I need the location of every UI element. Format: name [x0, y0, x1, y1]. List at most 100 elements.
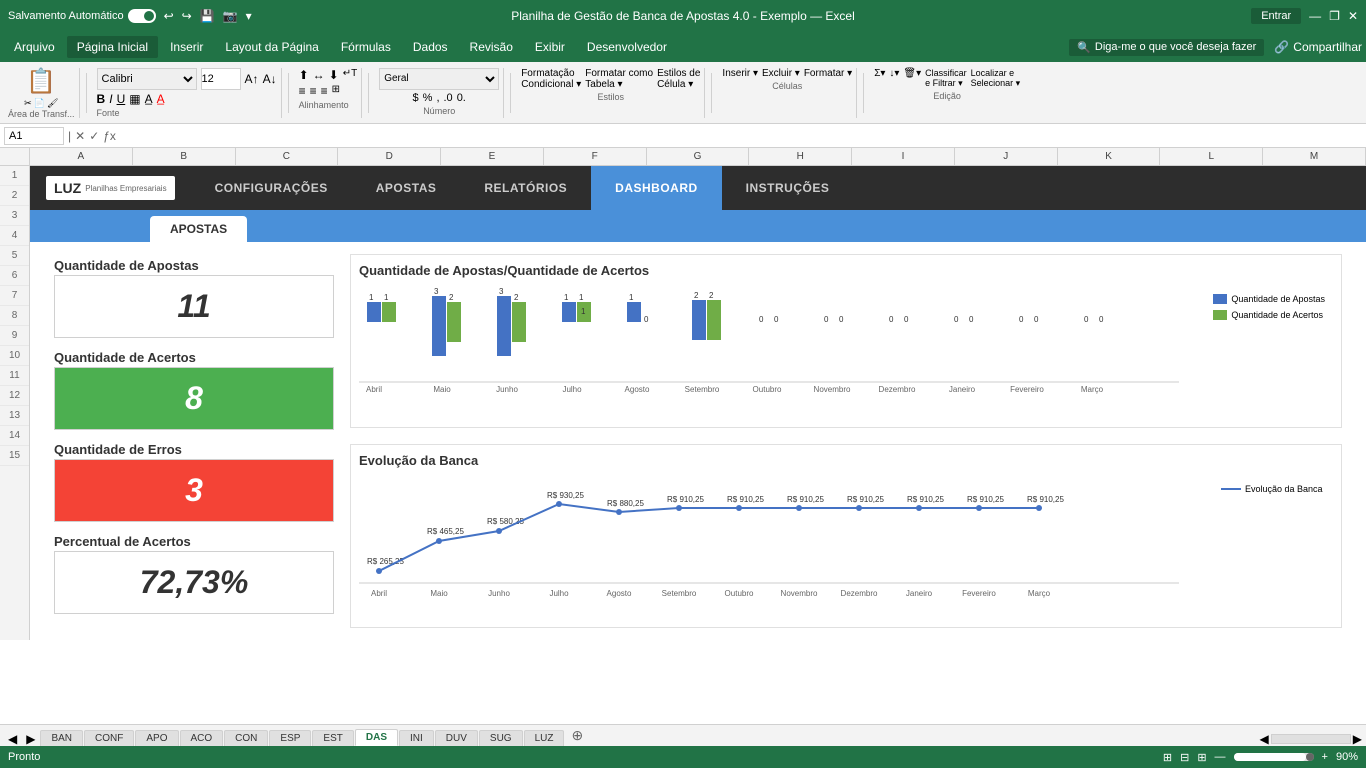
- confirm-formula-icon[interactable]: ✓: [89, 129, 99, 143]
- zoom-slider-thumb[interactable]: [1306, 753, 1314, 761]
- nav-apostas[interactable]: APOSTAS: [352, 166, 461, 210]
- cell-styles-button[interactable]: Estilos deCélula ▾: [657, 68, 700, 90]
- align-left-button[interactable]: ≡: [299, 84, 306, 98]
- menu-revisao[interactable]: Revisão: [460, 36, 523, 58]
- clear-button[interactable]: 🗑▾: [903, 68, 921, 89]
- border-button[interactable]: ▦: [129, 92, 140, 106]
- insert-function-icon[interactable]: ƒx: [103, 129, 116, 143]
- cut-button[interactable]: ✂: [24, 98, 32, 109]
- minimize-icon[interactable]: —: [1309, 9, 1321, 23]
- menu-dados[interactable]: Dados: [403, 36, 458, 58]
- sheet-tab-conf[interactable]: CONF: [84, 730, 134, 746]
- copy-button[interactable]: 📄: [34, 98, 45, 109]
- col-header-c[interactable]: C: [236, 148, 339, 165]
- align-right-button[interactable]: ≡: [321, 84, 328, 98]
- scroll-right-button[interactable]: ▶: [1353, 732, 1362, 746]
- menu-layout[interactable]: Layout da Página: [215, 36, 328, 58]
- share-button[interactable]: 🔗 Compartilhar: [1274, 40, 1362, 54]
- sheet-tab-esp[interactable]: ESP: [269, 730, 311, 746]
- formula-input[interactable]: [120, 129, 1362, 143]
- col-header-d[interactable]: D: [338, 148, 441, 165]
- comma-button[interactable]: ,: [436, 92, 439, 104]
- format-button[interactable]: Formatar ▾: [804, 68, 852, 79]
- percent-button[interactable]: %: [423, 92, 433, 104]
- currency-button[interactable]: $: [413, 92, 419, 104]
- sheet-tab-luz[interactable]: LUZ: [524, 730, 565, 746]
- sheet-tab-duv[interactable]: DUV: [435, 730, 478, 746]
- align-center-button[interactable]: ≡: [310, 84, 317, 98]
- undo-icon[interactable]: ↩: [164, 9, 174, 23]
- col-header-j[interactable]: J: [955, 148, 1058, 165]
- save-icon[interactable]: 💾: [200, 9, 215, 23]
- view-page-break-icon[interactable]: ⊟: [1180, 751, 1189, 764]
- nav-dashboard[interactable]: DASHBOARD: [591, 166, 722, 210]
- autosum-button[interactable]: Σ▾: [874, 68, 885, 89]
- sheet-tab-das[interactable]: DAS: [355, 729, 398, 746]
- menu-pagina-inicial[interactable]: Página Inicial: [67, 36, 158, 58]
- col-header-m[interactable]: M: [1263, 148, 1366, 165]
- restore-icon[interactable]: ❐: [1329, 9, 1340, 23]
- delete-button[interactable]: Excluir ▾: [762, 68, 800, 79]
- cancel-formula-icon[interactable]: ✕: [75, 129, 85, 143]
- close-icon[interactable]: ✕: [1348, 9, 1358, 23]
- sheet-tab-con[interactable]: CON: [224, 730, 268, 746]
- sheet-tab-ini[interactable]: INI: [399, 730, 434, 746]
- zoom-slider[interactable]: [1234, 753, 1314, 761]
- align-middle-button[interactable]: ↔: [313, 68, 325, 82]
- col-header-i[interactable]: I: [852, 148, 955, 165]
- number-format-select[interactable]: Geral: [379, 68, 499, 90]
- merge-center-button[interactable]: ⊞: [332, 84, 340, 98]
- search-input-label[interactable]: Diga-me o que você deseja fazer: [1095, 41, 1256, 53]
- sheet-tab-apo[interactable]: APO: [135, 730, 178, 746]
- col-header-f[interactable]: F: [544, 148, 647, 165]
- menu-formulas[interactable]: Fórmulas: [331, 36, 401, 58]
- col-header-e[interactable]: E: [441, 148, 544, 165]
- menu-arquivo[interactable]: Arquivo: [4, 36, 65, 58]
- increase-font-icon[interactable]: A↑: [245, 72, 259, 86]
- font-size-input[interactable]: [201, 68, 241, 90]
- underline-button[interactable]: U: [117, 92, 126, 106]
- nav-configuracoes[interactable]: CONFIGURAÇÕES: [191, 166, 352, 210]
- menu-exibir[interactable]: Exibir: [525, 36, 575, 58]
- autosave-toggle[interactable]: [128, 9, 156, 23]
- menu-inserir[interactable]: Inserir: [160, 36, 213, 58]
- col-header-b[interactable]: B: [133, 148, 236, 165]
- font-color-button[interactable]: A̲: [157, 92, 165, 106]
- conditional-format-button[interactable]: FormataçãoCondicional ▾: [521, 68, 581, 90]
- col-header-h[interactable]: H: [749, 148, 852, 165]
- sheet-tab-sug[interactable]: SUG: [479, 730, 523, 746]
- align-top-button[interactable]: ⬆: [299, 68, 309, 82]
- scroll-left-button[interactable]: ◀: [1260, 732, 1269, 746]
- scroll-track[interactable]: [1271, 734, 1351, 744]
- font-family-select[interactable]: Calibri: [97, 68, 197, 90]
- zoom-out-button[interactable]: —: [1215, 751, 1226, 763]
- align-bottom-button[interactable]: ⬇: [329, 68, 339, 82]
- fill-color-button[interactable]: A̲: [145, 92, 153, 106]
- dropdown-icon[interactable]: ▾: [246, 9, 252, 23]
- sheet-tab-aco[interactable]: ACO: [180, 730, 224, 746]
- horizontal-scrollbar[interactable]: ◀ ▶: [1260, 732, 1362, 746]
- camera-icon[interactable]: 📷: [223, 9, 238, 23]
- sheet-tab-ban[interactable]: BAN: [40, 730, 83, 746]
- col-header-a[interactable]: A: [30, 148, 133, 165]
- wrap-text-button[interactable]: ↵T: [343, 68, 358, 82]
- format-table-button[interactable]: Formatar comoTabela ▾: [585, 68, 653, 90]
- col-header-l[interactable]: L: [1160, 148, 1263, 165]
- sort-filter-button[interactable]: Classificare Filtrar ▾: [925, 68, 967, 89]
- tab-nav-left[interactable]: ◀: [4, 732, 21, 746]
- view-normal-icon[interactable]: ⊞: [1163, 751, 1172, 764]
- sheet-tab-est[interactable]: EST: [312, 730, 353, 746]
- increase-decimal-button[interactable]: .0: [444, 92, 453, 104]
- sub-nav-apostas[interactable]: APOSTAS: [150, 216, 247, 242]
- paste-button[interactable]: 📋: [26, 67, 56, 96]
- find-select-button[interactable]: Localizar eSelecionar ▾: [971, 68, 1021, 89]
- format-painter-button[interactable]: 🖌: [47, 98, 58, 109]
- decrease-decimal-button[interactable]: 0.: [457, 92, 466, 104]
- redo-icon[interactable]: ↪: [182, 9, 192, 23]
- bold-button[interactable]: B: [97, 92, 106, 106]
- nav-relatorios[interactable]: RELATÓRIOS: [460, 166, 591, 210]
- cell-reference-input[interactable]: [4, 127, 64, 145]
- nav-instrucoes[interactable]: INSTRUÇÕES: [722, 166, 854, 210]
- fill-button[interactable]: ↓▾: [889, 68, 899, 89]
- view-page-layout-icon[interactable]: ⊞: [1197, 751, 1206, 764]
